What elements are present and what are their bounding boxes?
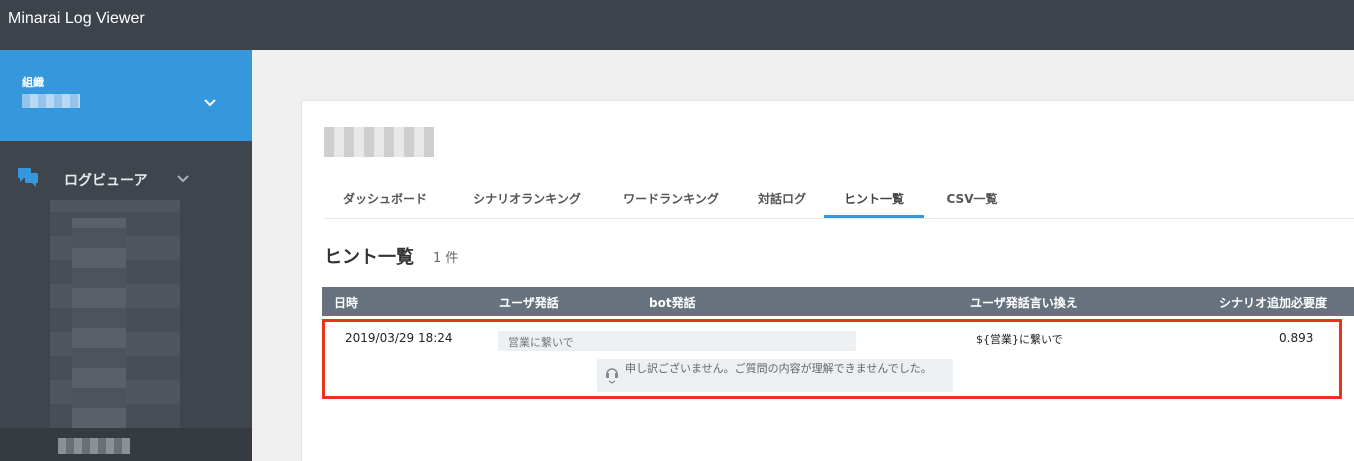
bot-logo-redacted [324, 127, 434, 157]
headset-icon [606, 368, 618, 384]
redacted-content [72, 218, 126, 428]
user-name-redacted [58, 438, 130, 454]
sidebar: 組織 ログビューア [0, 50, 252, 461]
tab-word-ranking[interactable]: ワードランキング [606, 183, 736, 218]
tab-scenario-ranking[interactable]: シナリオランキング [452, 183, 602, 218]
bot-utterance-bubble: 申し訳ございません。ご質問の内容が理解できませんでした。 [597, 359, 953, 392]
app-title: Minarai Log Viewer [8, 10, 145, 27]
user-utterance-bubble: 営業に繋いで [498, 331, 856, 351]
sidebar-item-label: ログビューア [64, 173, 148, 189]
result-count: 1 件 [433, 251, 459, 266]
column-header-bot-utterance: bot発話 [649, 296, 696, 310]
column-header-date: 日時 [334, 296, 359, 310]
chat-bubbles-icon [18, 168, 38, 187]
tab-bar: ダッシュボード シナリオランキング ワードランキング 対話ログ ヒント一覧 CS… [324, 183, 1354, 219]
tab-hint-list[interactable]: ヒント一覧 [824, 183, 924, 218]
chevron-down-icon[interactable] [201, 94, 219, 112]
bot-utterance-text: 申し訳ございません。ご質問の内容が理解できませんでした。 [625, 362, 932, 375]
cell-date: 2019/03/29 18:24 [345, 331, 453, 345]
chevron-down-icon[interactable] [174, 170, 192, 188]
org-name-redacted [22, 94, 80, 108]
table-header: 日時 ユーザ発話 bot発話 ユーザ発話言い換え シナリオ追加必要度 [322, 287, 1354, 316]
sidebar-item-log-viewer[interactable]: ログビューア [0, 160, 252, 196]
top-bar: Minarai Log Viewer [0, 0, 1354, 50]
org-selector[interactable]: 組織 [0, 50, 252, 141]
page-title: ヒント一覧 [324, 247, 414, 268]
column-header-scenario-need: シナリオ追加必要度 [1219, 296, 1328, 310]
tab-dashboard[interactable]: ダッシュボード [324, 183, 446, 218]
cell-rephrase: ${営業}に繋いで [976, 333, 1063, 346]
tab-conversation-log[interactable]: 対話ログ [742, 183, 822, 218]
tab-csv-list[interactable]: CSV一覧 [932, 183, 1012, 218]
column-header-rephrase: ユーザ発話言い換え [970, 296, 1078, 310]
content-card: ダッシュボード シナリオランキング ワードランキング 対話ログ ヒント一覧 CS… [301, 100, 1354, 461]
table-row[interactable]: 2019/03/29 18:24 営業に繋いで 申し訳ございません。ご質問の内容… [322, 319, 1342, 399]
org-label: 組織 [22, 76, 44, 89]
cell-scenario-need: 0.893 [1279, 331, 1314, 345]
column-header-user-utterance: ユーザ発話 [499, 296, 559, 310]
sidebar-footer [0, 428, 252, 461]
